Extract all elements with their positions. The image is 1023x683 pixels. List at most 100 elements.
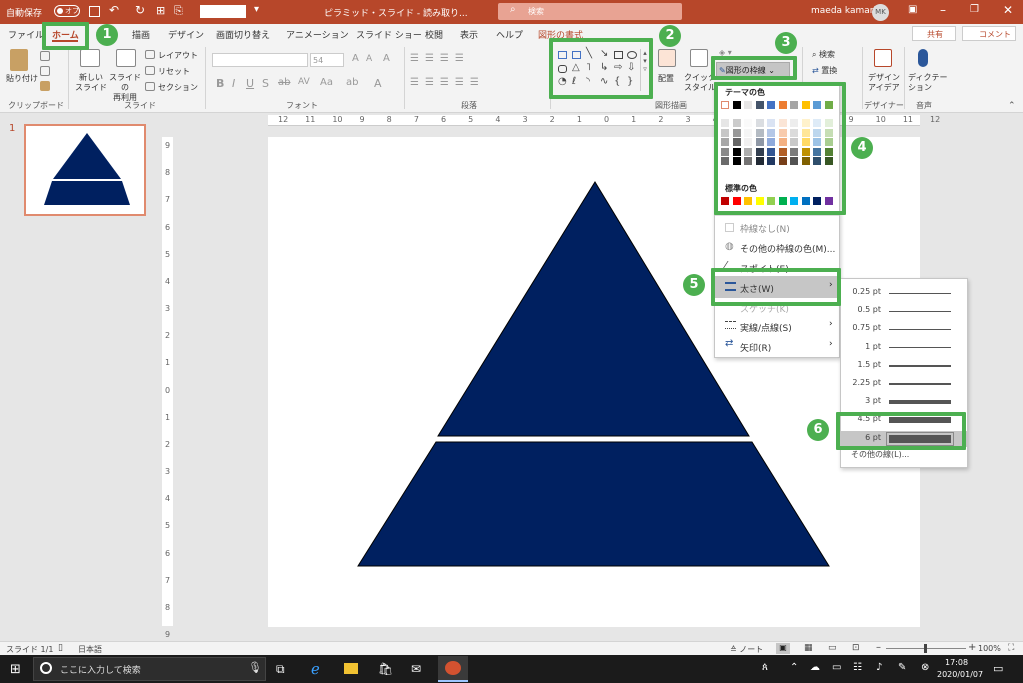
zoom-slider-thumb[interactable]	[924, 644, 927, 653]
zoom-out-icon[interactable]: –	[876, 642, 881, 653]
designer-label[interactable]: デザイン アイデア	[868, 73, 900, 93]
designer-icon[interactable]	[874, 49, 892, 67]
arrange-label[interactable]: 配置	[658, 73, 674, 84]
weight-option[interactable]: 0.75 pt	[841, 321, 967, 337]
font-name-box[interactable]	[212, 53, 308, 67]
tab-design[interactable]: デザイン	[168, 28, 204, 41]
pen-tray-icon[interactable]: ✎	[898, 662, 906, 673]
more-lines-item[interactable]: その他の線(L)...	[851, 449, 909, 460]
tab-review[interactable]: 校閲	[425, 28, 443, 41]
clear-format-icon[interactable]: A	[383, 53, 390, 64]
weight-option[interactable]: 2.25 pt	[841, 376, 967, 392]
slide-thumbnail[interactable]	[24, 124, 146, 216]
save-icon[interactable]	[89, 6, 100, 17]
file-explorer-icon[interactable]	[344, 663, 358, 674]
reset-button[interactable]: リセット	[158, 66, 190, 77]
dictate-label[interactable]: ディクテー ション	[908, 73, 947, 93]
present-icon[interactable]: ⊞	[156, 4, 165, 17]
font-grow-icon[interactable]: A	[352, 53, 359, 64]
reading-view-icon[interactable]: ▭	[828, 643, 837, 653]
spellcheck-icon[interactable]: ▯	[58, 643, 63, 653]
spacing-icon[interactable]: AV	[298, 77, 310, 87]
windows-start-icon[interactable]: ⊞	[10, 662, 21, 677]
zoom-level[interactable]: 100%	[978, 644, 1001, 653]
task-view-icon[interactable]: ⧉	[276, 662, 285, 677]
clock-time[interactable]: 17:08	[945, 658, 968, 667]
align-icons[interactable]: ☰☰☰☰☰	[410, 77, 485, 88]
cut-icon[interactable]	[40, 51, 50, 61]
minimize-icon[interactable]: –	[940, 3, 946, 17]
weight-option[interactable]: 0.25 pt	[841, 285, 967, 301]
collapse-ribbon-icon[interactable]: ⌃	[1008, 101, 1016, 111]
store-icon[interactable]: 🛍	[378, 662, 393, 676]
pyramid-bottom-trapezoid[interactable]	[357, 441, 830, 567]
reuse-slides-label[interactable]: スライドの 再利用	[108, 73, 142, 103]
case-icon[interactable]: Aa	[320, 77, 333, 88]
weight-option[interactable]: 1.5 pt	[841, 358, 967, 374]
close-icon[interactable]: ✕	[1003, 3, 1013, 17]
normal-view-icon[interactable]: ▣	[776, 643, 790, 654]
tab-help[interactable]: ヘルプ	[496, 28, 523, 41]
edge-icon[interactable]: ℯ	[311, 660, 320, 678]
tray-chevron-icon[interactable]: ⌃	[790, 662, 798, 673]
more-colors-item[interactable]: その他の枠線の色(M)...	[740, 242, 835, 255]
layout-button[interactable]: レイアウト	[158, 50, 198, 61]
arrange-icon[interactable]	[658, 49, 676, 67]
slideshow-view-icon[interactable]: ⊡	[852, 643, 860, 653]
font-color-icon[interactable]: A	[374, 77, 382, 90]
volume-icon[interactable]: ♪	[876, 662, 882, 673]
ribbon-display-icon[interactable]: ▣	[908, 4, 917, 15]
underline-icon[interactable]: U	[246, 77, 254, 90]
quick-style-icon[interactable]	[690, 49, 708, 67]
sorter-view-icon[interactable]: ▦	[804, 643, 813, 653]
strikethrough-icon[interactable]: ab	[278, 77, 290, 88]
pyramid-top-triangle[interactable]	[437, 181, 750, 437]
mail-icon[interactable]: ✉	[411, 662, 421, 676]
weight-option[interactable]: 1 pt	[841, 340, 967, 356]
tab-transitions[interactable]: 画面切り替え	[216, 28, 270, 41]
font-size-box[interactable]: 54	[310, 53, 344, 67]
tab-view[interactable]: 表示	[460, 28, 478, 41]
reuse-slides-icon[interactable]	[116, 49, 136, 67]
copy-icon[interactable]	[40, 66, 50, 76]
people-icon[interactable]: ጰ	[762, 662, 768, 673]
bold-icon[interactable]: B	[216, 77, 224, 90]
autosave-toggle[interactable]: オフ	[54, 5, 80, 17]
tab-draw[interactable]: 描画	[132, 28, 150, 41]
format-painter-icon[interactable]	[40, 81, 50, 91]
microphone-icon[interactable]	[918, 49, 928, 67]
new-slide-label[interactable]: 新しい スライド	[74, 73, 108, 93]
replace-button[interactable]: ⇄ 置換	[812, 65, 837, 76]
font-shrink-icon[interactable]: A	[366, 54, 372, 64]
share-button[interactable]: 共有	[912, 26, 956, 41]
undo-icon[interactable]: ↶	[109, 3, 119, 17]
dashes-item[interactable]: 実線/点線(S)	[740, 321, 792, 334]
qat-more-icon[interactable]: ▾	[254, 4, 259, 15]
onedrive-icon[interactable]: ☁	[810, 662, 820, 673]
weight-option[interactable]: 3 pt	[841, 394, 967, 410]
tab-file[interactable]: ファイル	[8, 28, 44, 41]
highlight-icon[interactable]: ab	[346, 77, 358, 88]
arrows-item[interactable]: 矢印(R)	[740, 341, 771, 354]
weight-option[interactable]: 0.5 pt	[841, 303, 967, 319]
tray-app-icon[interactable]: ▭	[832, 662, 841, 673]
user-avatar[interactable]: MK	[872, 4, 889, 21]
comments-button[interactable]: コメント	[962, 26, 1016, 41]
notes-button[interactable]: ≙ ノート	[730, 644, 763, 655]
italic-icon[interactable]: I	[232, 77, 235, 90]
microphone-search-icon[interactable]: 🎙	[248, 661, 262, 674]
section-button[interactable]: セクション	[158, 82, 198, 93]
tab-slideshow[interactable]: スライド ショー	[356, 28, 422, 41]
zoom-in-icon[interactable]: +	[968, 642, 976, 653]
font-color-box[interactable]	[200, 5, 246, 18]
new-slide-icon[interactable]	[80, 49, 100, 67]
taskbar-search-box[interactable]: ここに入力して検索 🎙	[33, 657, 266, 681]
tab-animations[interactable]: アニメーション	[286, 28, 349, 41]
redo-icon[interactable]: ↻	[135, 3, 145, 17]
fit-slide-icon[interactable]: ⛶	[1008, 643, 1014, 653]
language[interactable]: 日本語	[78, 644, 102, 655]
network-icon[interactable]: ☷	[853, 662, 862, 673]
title-search-box[interactable]: ⌕ 検索	[498, 3, 682, 20]
ime-icon[interactable]: ⊗	[921, 662, 929, 673]
notifications-icon[interactable]: ▭	[993, 662, 1003, 675]
